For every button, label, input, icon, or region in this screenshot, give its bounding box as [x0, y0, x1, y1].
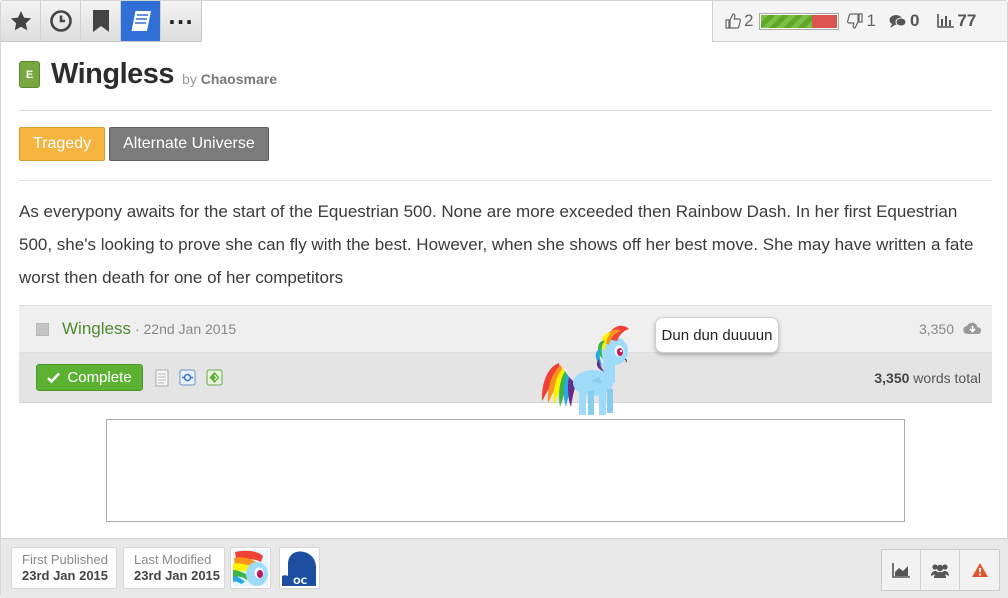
more-tab[interactable]: ...	[161, 1, 201, 41]
tags-divider	[19, 180, 992, 181]
oc-label: OC	[293, 577, 308, 586]
complete-status-button[interactable]: Complete	[36, 364, 143, 391]
story-description: As everypony awaits for the start of the…	[19, 202, 974, 287]
thumbs-up-icon	[725, 13, 741, 29]
comments-link[interactable]: 0	[889, 11, 919, 31]
story-title[interactable]: Wingless	[51, 58, 175, 91]
shelf-tab[interactable]	[121, 1, 161, 41]
last-modified-label: Last Modified	[134, 552, 212, 567]
dislike-count: 1	[866, 11, 876, 30]
byline: by Chaosmare	[182, 71, 277, 87]
txt-download-icon[interactable]	[155, 369, 169, 387]
tag-tragedy[interactable]: Tragedy	[19, 127, 106, 161]
chapter-title-link[interactable]: Wingless	[62, 319, 131, 339]
bar-chart-icon	[937, 14, 955, 28]
favourite-tab[interactable]	[1, 1, 41, 41]
read-later-tab[interactable]	[41, 1, 81, 41]
last-modified-card: Last Modified 23rd Jan 2015	[123, 547, 225, 589]
bookmark-icon	[92, 10, 109, 32]
complete-label: Complete	[67, 369, 132, 386]
content-rating-badge: E	[19, 61, 40, 88]
story-toolbar: ...	[1, 1, 202, 42]
like-button[interactable]: 2	[725, 11, 753, 31]
rating-bar	[759, 12, 840, 30]
report-button[interactable]	[960, 550, 999, 590]
chapter-row: Wingless · 22nd Jan 2015 3,350	[19, 305, 992, 353]
story-title-row: E Wingless by Chaosmare	[19, 58, 277, 91]
first-published-date: 23rd Jan 2015	[22, 568, 109, 583]
stats-button[interactable]	[882, 550, 921, 590]
chapter-read-checkbox[interactable]	[36, 322, 49, 336]
comment-count: 0	[909, 11, 920, 30]
dislike-button[interactable]: 1	[847, 11, 876, 31]
book-icon	[130, 10, 151, 32]
by-label: by	[182, 71, 197, 87]
story-info-bar: First Published 23rd Jan 2015 Last Modif…	[1, 538, 1008, 598]
cloud-download-icon[interactable]	[963, 321, 982, 336]
first-published-card: First Published 23rd Jan 2015	[11, 547, 117, 589]
story-card: ... 2 1 0 77 E Wingless by Chaosmare Tra…	[0, 0, 1008, 598]
chapter-word-count: 3,350	[918, 321, 954, 337]
download-formats	[155, 369, 223, 387]
group-icon	[931, 563, 949, 578]
pony-speech-tooltip: Dun dun duuuun	[655, 317, 779, 353]
character-tag-oc[interactable]: OC	[279, 547, 320, 589]
story-action-buttons	[881, 549, 1000, 591]
total-words-number: 3,350	[874, 369, 910, 386]
rating-bar-dislikes	[812, 14, 838, 28]
first-published-label: First Published	[22, 552, 108, 567]
epub-download-icon[interactable]	[206, 369, 223, 386]
oc-avatar: OC	[282, 550, 317, 587]
more-icon: ...	[168, 5, 194, 29]
groups-button[interactable]	[921, 550, 960, 590]
rating-bar-likes	[761, 14, 813, 28]
tag-alternate-universe[interactable]: Alternate Universe	[109, 127, 269, 161]
total-words-suffix: words total	[909, 369, 981, 386]
checkmark-icon	[47, 372, 61, 383]
thumbs-down-icon	[847, 13, 864, 29]
comments-icon	[889, 14, 907, 28]
star-icon	[10, 11, 31, 31]
story-stats: 2 1 0 77	[712, 1, 1007, 42]
total-word-count: 3,350 words total	[874, 370, 981, 386]
rainbow-dash-avatar	[233, 550, 268, 586]
clock-icon	[49, 10, 72, 32]
like-count: 2	[744, 11, 754, 30]
html-download-icon[interactable]	[179, 369, 196, 386]
author-link[interactable]: Chaosmare	[201, 71, 277, 87]
last-modified-date: 23rd Jan 2015	[134, 568, 221, 583]
view-count: 77	[957, 11, 977, 30]
character-tag-rainbow-dash[interactable]	[230, 547, 271, 589]
warning-icon	[971, 563, 988, 577]
tag-list: Tragedy Alternate Universe	[19, 127, 269, 161]
title-divider	[19, 110, 992, 111]
views-stat[interactable]: 77	[937, 11, 976, 31]
story-status-row: Complete 3,350 words total	[19, 353, 992, 403]
area-chart-icon	[892, 562, 910, 578]
rainbow-dash-sprite[interactable]	[539, 323, 631, 419]
advertisement-placeholder	[106, 419, 905, 522]
chapter-date: · 22nd Jan 2015	[134, 321, 237, 337]
bookmark-tab[interactable]	[81, 1, 121, 41]
